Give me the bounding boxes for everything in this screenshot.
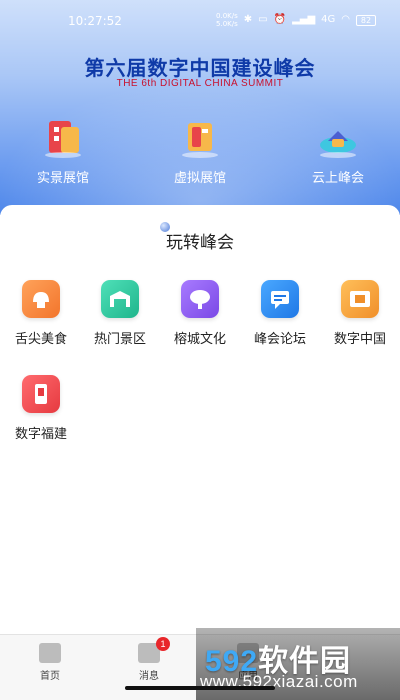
wifi-icon: ◠	[341, 14, 350, 25]
digital-fujian-icon	[22, 375, 60, 413]
home-icon	[39, 643, 61, 663]
bluetooth-icon: ✱	[243, 14, 253, 25]
status-time: 10:27:52	[68, 14, 122, 28]
tab-home[interactable]: 首页	[5, 635, 95, 682]
tab-home-label: 首页	[40, 671, 60, 682]
food-icon	[22, 280, 60, 318]
message-icon: 1	[138, 637, 170, 663]
home-indicator	[125, 686, 275, 690]
grid-item-digital-china[interactable]: 数字中国	[320, 280, 400, 347]
hall-real-label: 实景展馆	[36, 171, 89, 186]
tab-message[interactable]: 1 消息	[104, 635, 194, 682]
grid-item-food[interactable]: 舌尖美食	[1, 280, 81, 347]
summit-title: 第六届数字中国建设峰会	[84, 56, 316, 80]
hall-cloud-label: 云上峰会	[311, 171, 364, 186]
grid-label-digital-fujian: 数字福建	[14, 427, 67, 442]
grid-item-scenic[interactable]: 热门景区	[80, 280, 160, 347]
tab-message-label: 消息	[139, 671, 159, 682]
hall-virtual[interactable]: 虚拟展馆	[145, 115, 255, 186]
status-icons: 0.0K/s 5.0K/s ✱ ▭ ⏰ ▂▄▆ 4G ◠ 82	[216, 12, 376, 28]
grid-item-culture[interactable]: 榕城文化	[160, 280, 240, 347]
section-title: 玩转峰会	[166, 233, 234, 253]
signal-icon: ▂▄▆	[292, 14, 316, 25]
network-type: 4G	[321, 14, 336, 25]
vibrate-icon: ▭	[258, 14, 268, 25]
grid-item-digital-fujian[interactable]: 数字福建	[1, 375, 81, 442]
grid-item-forum[interactable]: 峰会论坛	[240, 280, 320, 347]
net-speed-down: 5.0K/s	[216, 20, 238, 28]
grid-label-forum: 峰会论坛	[253, 332, 306, 347]
status-bar: 10:27:52 0.0K/s 5.0K/s ✱ ▭ ⏰ ▂▄▆ 4G ◠ 82	[0, 0, 400, 40]
real-hall-icon	[41, 115, 85, 159]
cloud-summit-icon	[316, 115, 360, 159]
net-speed-up: 0.0K/s	[216, 12, 238, 20]
alarm-icon: ⏰	[273, 14, 287, 25]
hall-real[interactable]: 实景展馆	[8, 115, 118, 186]
summit-title-en: THE 6th DIGITAL CHINA SUMMIT	[116, 78, 284, 89]
net-speed: 0.0K/s 5.0K/s	[216, 12, 238, 28]
culture-icon	[181, 280, 219, 318]
grid-label-culture: 榕城文化	[173, 332, 226, 347]
scenic-icon	[101, 280, 139, 318]
forum-icon	[261, 280, 299, 318]
message-badge: 1	[156, 637, 170, 651]
battery-icon: 82	[356, 14, 376, 26]
grid-label-food: 舌尖美食	[14, 332, 67, 347]
virtual-hall-icon	[178, 115, 222, 159]
hall-cloud[interactable]: 云上峰会	[283, 115, 393, 186]
hall-virtual-label: 虚拟展馆	[173, 171, 226, 186]
grid-label-scenic: 热门景区	[93, 332, 146, 347]
grid-label-digital-china: 数字中国	[333, 332, 386, 347]
digital-china-icon	[341, 280, 379, 318]
